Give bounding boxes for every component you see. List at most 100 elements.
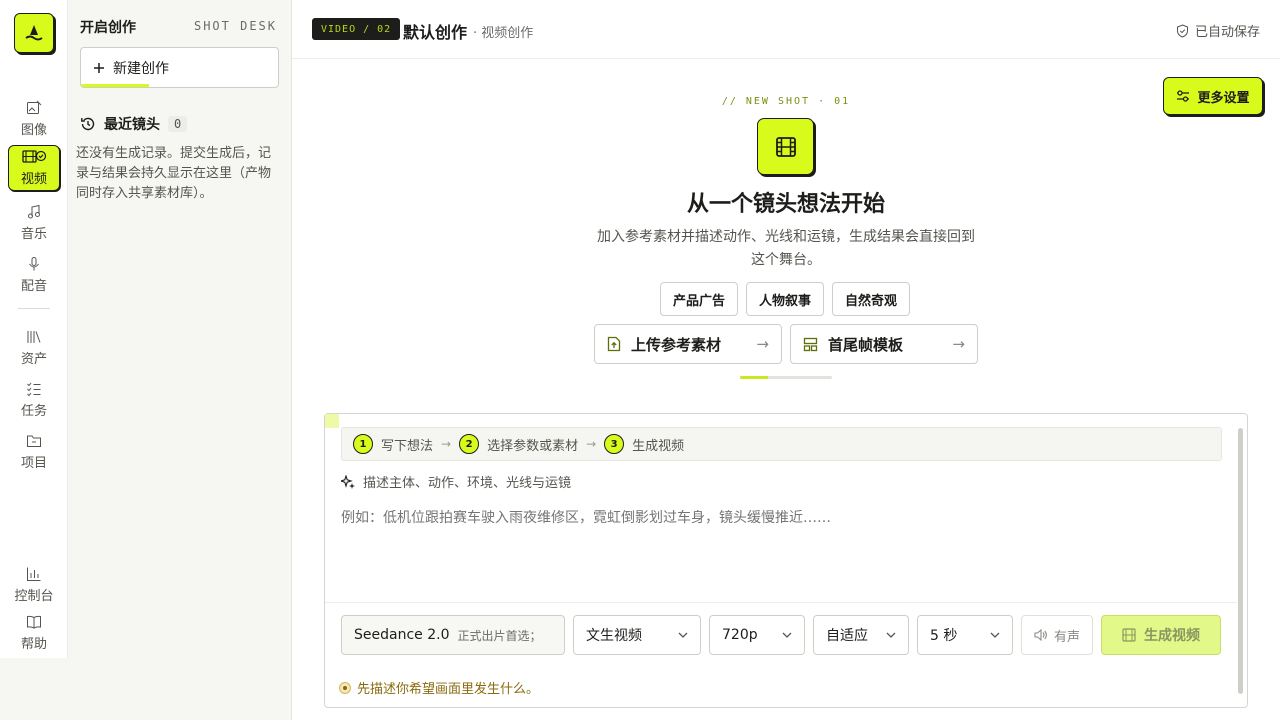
- composer-scrollbar[interactable]: [1238, 428, 1243, 694]
- controls-divider: [325, 602, 1237, 603]
- model-description: 正式出片首选；: [457, 628, 538, 643]
- arrow-right-icon: →: [586, 437, 597, 451]
- sparkle-icon: [341, 474, 355, 489]
- rail-item-assets[interactable]: 资产: [8, 325, 60, 371]
- upload-reference-button[interactable]: 上传参考素材 →: [594, 324, 782, 364]
- arrow-right-icon: →: [756, 335, 769, 353]
- rail-item-label: 图像: [20, 123, 47, 138]
- rail-item-label: 音乐: [20, 227, 47, 242]
- rail-item-label: 配音: [20, 279, 47, 294]
- file-upload-icon: [607, 336, 621, 352]
- rail-item-video[interactable]: 视频: [8, 145, 60, 191]
- more-settings-label: 更多设置: [1197, 90, 1250, 106]
- model-select[interactable]: Seedance 2.0 正式出片首选；: [341, 615, 565, 655]
- new-creation-label: 新建创作: [113, 60, 169, 77]
- layout-template-icon: [803, 337, 818, 351]
- section-chip: VIDEO / 02: [312, 18, 401, 40]
- plus-icon: [94, 62, 104, 73]
- rail-item-tasks[interactable]: 任务: [8, 377, 60, 423]
- music-note-icon: [28, 204, 40, 219]
- more-settings-button[interactable]: 更多设置: [1163, 77, 1263, 115]
- shield-check-icon: [1176, 23, 1188, 38]
- composer-corner-accent: [325, 414, 339, 428]
- rail-item-projects[interactable]: 项目: [8, 429, 60, 475]
- stage-progress-bar: [740, 376, 832, 379]
- hero-title: 从一个镜头想法开始: [686, 192, 885, 217]
- folder-icon: [27, 435, 41, 447]
- step-label: 写下想法: [381, 438, 434, 454]
- step-label: 生成视频: [632, 438, 685, 454]
- film-icon: [775, 136, 796, 157]
- step-number: 3: [604, 434, 625, 454]
- prompt-input[interactable]: [341, 510, 1211, 526]
- upload-reference-label: 上传参考素材: [631, 335, 722, 354]
- bar-chart-icon: [27, 567, 41, 581]
- recent-shots-count: 0: [168, 116, 188, 132]
- hero-description: 加入参考素材并描述动作、光线和运镜，生成结果会直接回到这个舞台。: [597, 229, 975, 268]
- chevron-down-icon: [678, 632, 688, 638]
- checklist-icon: [27, 382, 41, 397]
- rail-item-image[interactable]: 图像: [8, 96, 60, 142]
- rail-item-dashboard[interactable]: 控制台: [8, 562, 60, 608]
- mode-value: 文生视频: [586, 628, 642, 644]
- aspect-ratio-select[interactable]: 自适应: [813, 615, 909, 655]
- step-guide: 1 写下想法 → 2 选择参数或素材 → 3 生成视频: [341, 427, 1222, 461]
- library-icon: [27, 331, 41, 343]
- sound-label: 有声: [1053, 629, 1080, 645]
- warning-dot-icon: [339, 681, 351, 694]
- aspect-ratio-value: 自适应: [826, 628, 868, 644]
- resolution-select[interactable]: 720p: [709, 615, 805, 655]
- app-logo[interactable]: [14, 13, 54, 53]
- first-last-frame-template-button[interactable]: 首尾帧模板 →: [790, 324, 978, 364]
- prompt-hint: 描述主体、动作、环境、光线与运镜: [341, 472, 571, 491]
- chevron-down-icon: [990, 632, 1000, 638]
- sound-toggle[interactable]: 有声: [1021, 615, 1093, 655]
- stage-progress-fill: [740, 376, 768, 379]
- rail-item-label: 任务: [20, 404, 47, 419]
- rail-item-label: 资产: [20, 352, 47, 367]
- new-creation-button[interactable]: 新建创作: [80, 47, 279, 88]
- rail-item-help[interactable]: 帮助: [8, 610, 60, 656]
- rail-item-music[interactable]: 音乐: [8, 200, 60, 246]
- rail-item-label: 帮助: [20, 637, 47, 652]
- preset-chip-nature[interactable]: 自然奇观: [832, 282, 911, 316]
- workspace-title[interactable]: 默认创作: [403, 19, 467, 43]
- book-icon: [27, 615, 41, 629]
- microphone-icon: [29, 257, 39, 271]
- logo-mark-icon: [25, 25, 43, 41]
- generate-video-label: 生成视频: [1144, 628, 1200, 644]
- duration-select[interactable]: 5 秒: [917, 615, 1013, 655]
- step-label: 选择参数或素材: [487, 438, 579, 454]
- film-icon: [22, 150, 47, 163]
- rail-item-label: 控制台: [14, 589, 54, 604]
- history-icon: [81, 117, 95, 131]
- duration-value: 5 秒: [930, 628, 958, 644]
- preset-chips: 产品广告 人物叙事 自然奇观: [660, 282, 911, 316]
- preset-chip-character-story[interactable]: 人物叙事: [746, 282, 825, 316]
- new-button-accent: [81, 84, 149, 87]
- workspace-subtitle: · 视频创作: [473, 26, 534, 41]
- arrow-right-icon: →: [441, 437, 452, 451]
- panel-title: 开启创作: [80, 20, 136, 36]
- rail-divider: [18, 308, 50, 309]
- preset-chip-product-ad[interactable]: 产品广告: [660, 282, 739, 316]
- generate-video-button[interactable]: 生成视频: [1101, 615, 1221, 655]
- image-edit-icon: [27, 100, 42, 114]
- step-number: 1: [353, 434, 373, 454]
- panel-tag: SHOT DESK: [193, 19, 277, 33]
- recent-shots-title: 最近镜头: [104, 117, 160, 133]
- side-panel: 开启创作 SHOT DESK 新建创作 最近镜头 0 还没有生成记录。提交生成后…: [68, 0, 292, 720]
- rail-footer: [0, 658, 68, 720]
- autosave-label: 已自动保存: [1194, 25, 1260, 40]
- autosave-status: 已自动保存: [1176, 21, 1260, 40]
- template-label: 首尾帧模板: [828, 335, 904, 354]
- validation-text: 先描述你希望画面里发生什么。: [357, 682, 540, 697]
- top-bar: VIDEO / 02 默认创作 · 视频创作 已自动保存: [292, 0, 1280, 59]
- model-value: Seedance 2.0: [354, 627, 450, 643]
- resolution-value: 720p: [722, 627, 758, 643]
- rail-item-voice[interactable]: 配音: [8, 252, 60, 298]
- shot-kicker: // NEW SHOT · 01: [721, 96, 851, 107]
- mode-select[interactable]: 文生视频: [573, 615, 701, 655]
- empty-state-text: 还没有生成记录。提交生成后，记录与结果会持久显示在这里（产物同时存入共享素材库）…: [76, 146, 272, 201]
- prompt-hint-text: 描述主体、动作、环境、光线与运镜: [363, 476, 572, 491]
